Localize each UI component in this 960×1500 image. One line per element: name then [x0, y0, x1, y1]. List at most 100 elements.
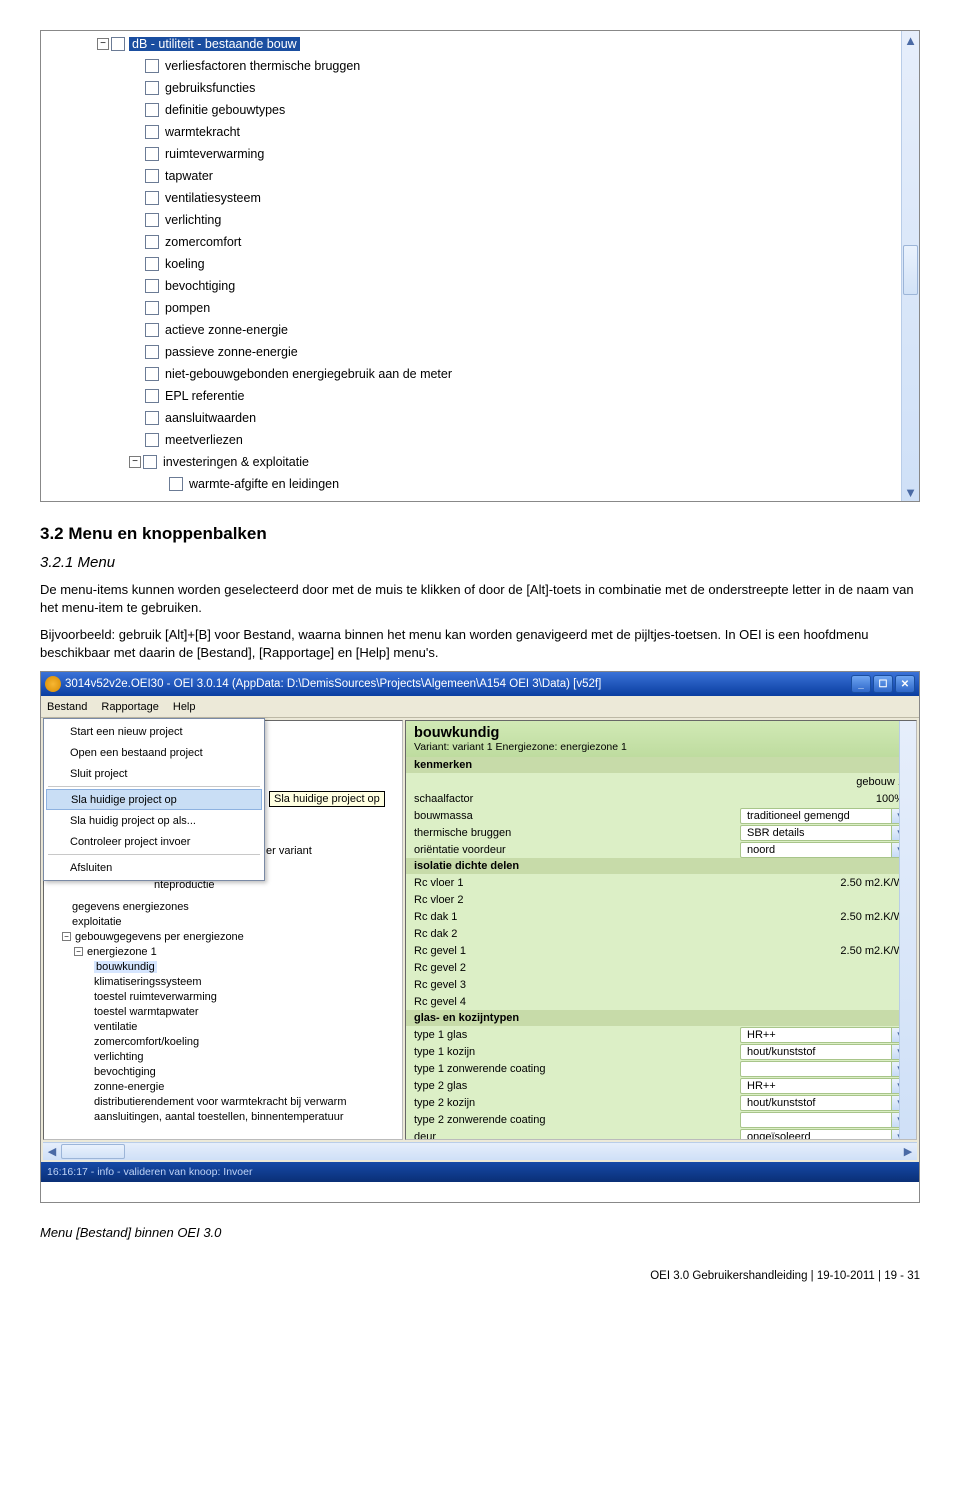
tree-node[interactable]: verlichting: [50, 1049, 402, 1064]
tree-node[interactable]: tapwater: [43, 165, 901, 187]
tree-node[interactable]: EPL referentie: [43, 385, 901, 407]
horizontal-scrollbar[interactable]: ◀ ▶: [43, 1142, 917, 1160]
tree-node[interactable]: exploitatie: [50, 914, 402, 929]
tree-node[interactable]: gebruiksfuncties: [43, 77, 901, 99]
scroll-right-icon[interactable]: ▶: [899, 1143, 917, 1160]
checkbox[interactable]: [111, 37, 125, 51]
tree-node[interactable]: bevochtiging: [43, 275, 901, 297]
tree-node[interactable]: zomercomfort/koeling: [50, 1034, 402, 1049]
checkbox[interactable]: [145, 323, 159, 337]
window-titlebar[interactable]: 3014v52v2e.OEI30 - OEI 3.0.14 (AppData: …: [41, 672, 919, 696]
form-row[interactable]: type 1 glasHR++▾: [406, 1026, 916, 1043]
tree-node-investeringen[interactable]: − investeringen & exploitatie: [43, 451, 901, 473]
close-button[interactable]: ✕: [895, 675, 915, 693]
tree-node[interactable]: meetverliezen: [43, 429, 901, 451]
menu-bestand[interactable]: Bestand: [47, 701, 87, 713]
menu-item[interactable]: Start een nieuw project: [46, 721, 262, 742]
menu-item[interactable]: Sluit project: [46, 763, 262, 784]
tree-node[interactable]: passieve zonne-energie: [43, 341, 901, 363]
tree-node[interactable]: toestel warmtapwater: [50, 1004, 402, 1019]
tree-node[interactable]: niet-gebouwgebonden energiegebruik aan d…: [43, 363, 901, 385]
dropdown[interactable]: ▾: [740, 1112, 908, 1128]
checkbox[interactable]: [145, 345, 159, 359]
checkbox[interactable]: [145, 147, 159, 161]
dropdown[interactable]: HR++▾: [740, 1027, 908, 1043]
checkbox[interactable]: [145, 125, 159, 139]
checkbox[interactable]: [145, 169, 159, 183]
checkbox[interactable]: [145, 301, 159, 315]
form-row[interactable]: thermische bruggenSBR details▾: [406, 824, 916, 841]
checkbox[interactable]: [169, 477, 183, 491]
tree-root-node[interactable]: − dB - utiliteit - bestaande bouw: [43, 33, 901, 55]
dropdown[interactable]: hout/kunststof▾: [740, 1044, 908, 1060]
tree-node[interactable]: ruimteverwarming: [43, 143, 901, 165]
checkbox[interactable]: [145, 411, 159, 425]
tree-node[interactable]: ventilatiesysteem: [43, 187, 901, 209]
checkbox[interactable]: [145, 257, 159, 271]
tree-node[interactable]: zomercomfort: [43, 231, 901, 253]
dropdown[interactable]: traditioneel gemengd▾: [740, 808, 908, 824]
checkbox[interactable]: [145, 433, 159, 447]
checkbox[interactable]: [143, 455, 157, 469]
checkbox[interactable]: [145, 103, 159, 117]
scroll-thumb[interactable]: [61, 1144, 125, 1159]
vertical-scrollbar[interactable]: [899, 721, 916, 1139]
tree-node[interactable]: verlichting: [43, 209, 901, 231]
scroll-up-icon[interactable]: ▲: [902, 31, 919, 49]
tree-node[interactable]: distributierendement voor warmtekracht b…: [50, 1094, 402, 1109]
tree-node[interactable]: actieve zonne-energie: [43, 319, 901, 341]
menu-rapportage[interactable]: Rapportage: [101, 701, 159, 713]
tree-node[interactable]: ventilatie: [50, 1019, 402, 1034]
menu-item[interactable]: Sla huidig project op als...: [46, 810, 262, 831]
checkbox[interactable]: [145, 279, 159, 293]
tree-node[interactable]: aansluitingen, aantal toestellen, binnen…: [50, 1109, 402, 1124]
collapse-icon[interactable]: −: [129, 456, 141, 468]
menu-item[interactable]: Afsluiten: [46, 857, 262, 878]
form-row[interactable]: bouwmassatraditioneel gemengd▾: [406, 807, 916, 824]
scroll-left-icon[interactable]: ◀: [43, 1143, 61, 1160]
tree-node[interactable]: pompen: [43, 297, 901, 319]
menu-help[interactable]: Help: [173, 701, 196, 713]
minimize-button[interactable]: _: [851, 675, 871, 693]
form-row[interactable]: oriëntatie voordeurnoord▾: [406, 841, 916, 858]
scroll-track[interactable]: [902, 49, 919, 483]
collapse-icon[interactable]: −: [62, 932, 71, 941]
tree-node[interactable]: koeling: [43, 253, 901, 275]
checkbox[interactable]: [145, 235, 159, 249]
tree-node[interactable]: verliesfactoren thermische bruggen: [43, 55, 901, 77]
dropdown[interactable]: SBR details▾: [740, 825, 908, 841]
tree-node[interactable]: warmtekracht: [43, 121, 901, 143]
vertical-scrollbar[interactable]: ▲ ▼: [901, 31, 919, 501]
checkbox[interactable]: [145, 389, 159, 403]
menu-item-highlighted[interactable]: Sla huidige project op: [46, 789, 262, 810]
maximize-button[interactable]: ☐: [873, 675, 893, 693]
form-row[interactable]: type 2 kozijnhout/kunststof▾: [406, 1094, 916, 1111]
menu-item[interactable]: Open een bestaand project: [46, 742, 262, 763]
form-row[interactable]: type 1 kozijnhout/kunststof▾: [406, 1043, 916, 1060]
scroll-down-icon[interactable]: ▼: [902, 483, 919, 501]
scroll-thumb[interactable]: [903, 245, 918, 295]
tree-node[interactable]: gegevens energiezones: [50, 899, 402, 914]
checkbox[interactable]: [145, 367, 159, 381]
tree-node[interactable]: definitie gebouwtypes: [43, 99, 901, 121]
checkbox[interactable]: [145, 59, 159, 73]
checkbox[interactable]: [145, 191, 159, 205]
tree-node[interactable]: −energiezone 1: [50, 944, 402, 959]
tree-node[interactable]: zonne-energie: [50, 1079, 402, 1094]
tree-node[interactable]: bouwkundig: [50, 959, 402, 974]
dropdown[interactable]: ongeïsoleerd▾: [740, 1129, 908, 1141]
tree-node[interactable]: aansluitwaarden: [43, 407, 901, 429]
checkbox[interactable]: [145, 213, 159, 227]
collapse-icon[interactable]: −: [74, 947, 83, 956]
tree-node[interactable]: −gebouwgegevens per energiezone: [50, 929, 402, 944]
tree-node[interactable]: toestel ruimteverwarming: [50, 989, 402, 1004]
tree-node[interactable]: bevochtiging: [50, 1064, 402, 1079]
form-row[interactable]: type 1 zonwerende coating▾: [406, 1060, 916, 1077]
checkbox[interactable]: [145, 81, 159, 95]
form-row[interactable]: type 2 zonwerende coating▾: [406, 1111, 916, 1128]
tree-node[interactable]: klimatiseringssysteem: [50, 974, 402, 989]
dropdown[interactable]: HR++▾: [740, 1078, 908, 1094]
dropdown[interactable]: noord▾: [740, 842, 908, 858]
form-row[interactable]: type 2 glasHR++▾: [406, 1077, 916, 1094]
dropdown[interactable]: hout/kunststof▾: [740, 1095, 908, 1111]
